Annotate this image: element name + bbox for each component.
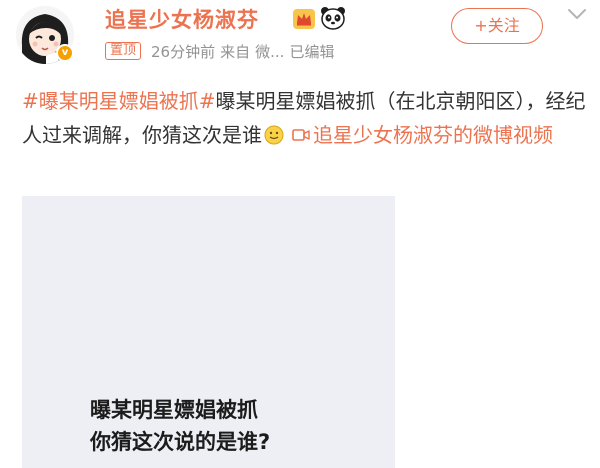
video-link-icon — [292, 129, 310, 141]
video-caption: 曝某明星嫖娼被抓 你猜这次说的是谁? — [90, 394, 270, 458]
topic-link[interactable]: #曝某明星嫖娼被抓# — [22, 89, 216, 113]
video-caption-line-1: 曝某明星嫖娼被抓 — [90, 398, 258, 422]
pinned-badge: 置顶 — [105, 42, 142, 60]
panda-icon[interactable] — [320, 6, 346, 30]
edited-label[interactable]: 已编辑 — [289, 41, 334, 62]
verified-badge: v — [56, 44, 74, 62]
crown-icon[interactable] — [292, 8, 316, 30]
chevron-down-icon[interactable] — [566, 6, 588, 22]
post-text: #曝某明星嫖娼被抓#曝某明星嫖娼被抓（在北京朝阳区），经纪人过来调解，你猜这次是… — [22, 84, 588, 152]
video-link-label: 追星少女杨淑芬的微博视频 — [313, 123, 553, 147]
video-card[interactable]: 曝某明星嫖娼被抓 你猜这次说的是谁? — [22, 196, 395, 468]
post-source[interactable]: 微... — [255, 41, 284, 62]
post-meta: 置顶 26分钟前 来自 微... 已编辑 — [105, 40, 339, 62]
follow-button[interactable]: +关注 — [451, 8, 543, 44]
video-caption-line-2: 你猜这次说的是谁? — [90, 430, 271, 454]
video-link[interactable]: 追星少女杨淑芬的微博视频 — [286, 123, 553, 147]
post-time[interactable]: 26分钟前 — [151, 41, 215, 62]
post-header: v 追星少女杨淑芬 置顶 26分钟前 来自 微... 已编辑 +关注 — [0, 0, 600, 72]
smile-emoji-icon — [264, 125, 284, 145]
source-prefix: 来自 — [220, 42, 251, 61]
author-name[interactable]: 追星少女杨淑芬 — [105, 4, 259, 34]
